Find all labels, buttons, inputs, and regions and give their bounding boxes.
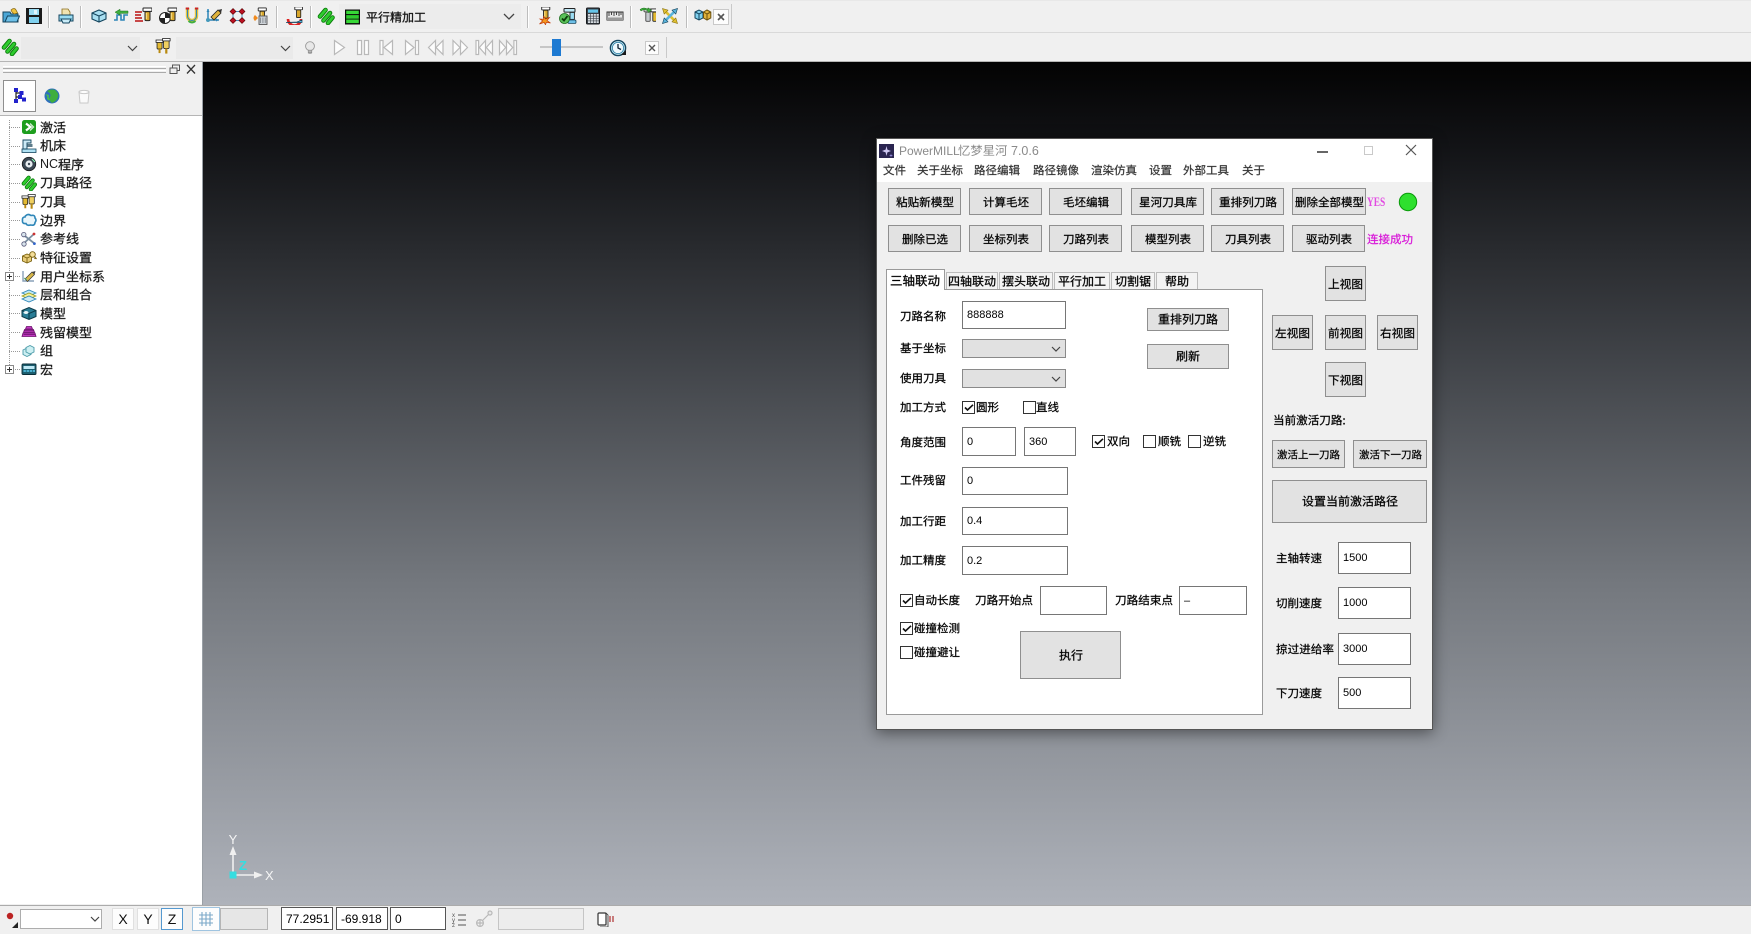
svg-text:Y: Y [229,832,238,847]
svg-text:X: X [265,868,274,883]
svg-text:Z: Z [239,858,247,873]
svg-text:z: z [452,923,455,927]
